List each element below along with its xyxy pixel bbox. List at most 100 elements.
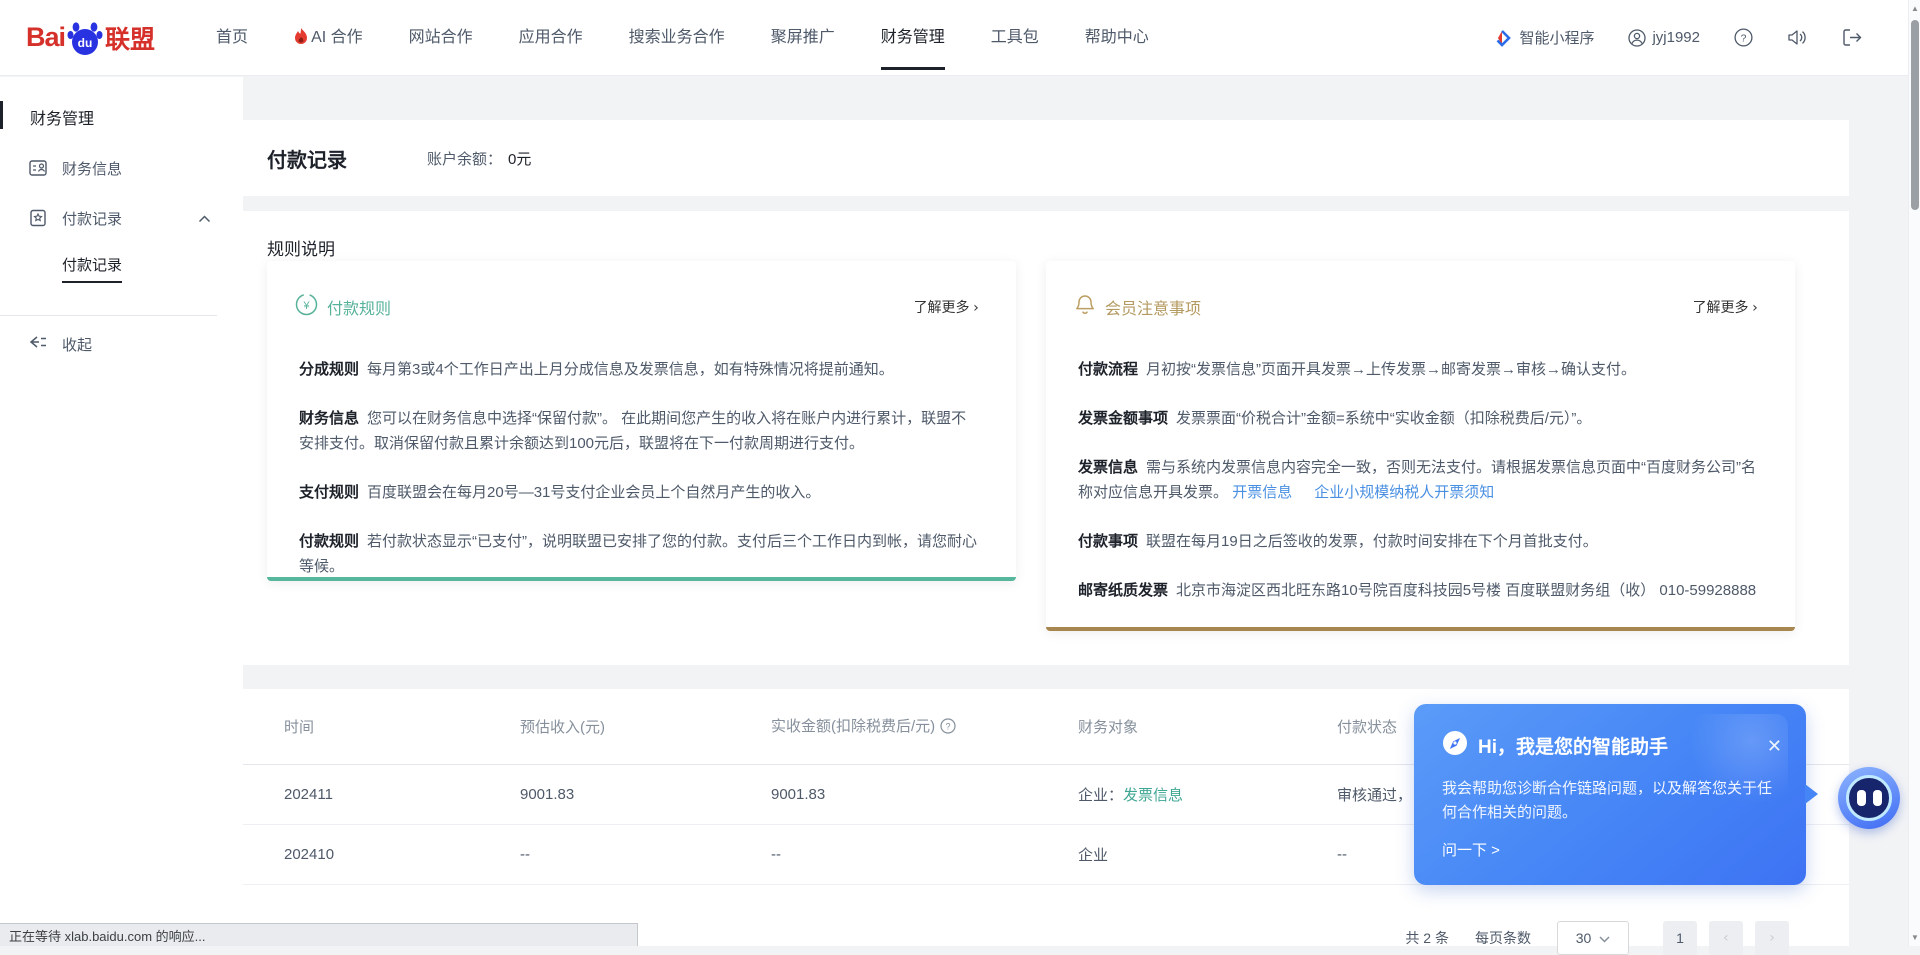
nav-app-coop[interactable]: 应用合作 xyxy=(519,0,583,76)
rule-paragraph: 财务信息您可以在财务信息中选择“保留付款”。 在此期间您产生的收入将在账户内进行… xyxy=(299,406,980,456)
nav-website-coop[interactable]: 网站合作 xyxy=(409,0,473,76)
logo-text-bai: Bai xyxy=(26,22,65,53)
per-page-select[interactable]: 30 xyxy=(1557,921,1629,955)
user-account[interactable]: jyj1992 xyxy=(1628,29,1700,47)
sidebar-subitem-payment-records[interactable]: 付款记录 xyxy=(0,243,243,293)
nav-right-cluster: 智能小程序 jyj1992 ? xyxy=(1458,27,1862,48)
cell-finance-object: 企业：发票信息 xyxy=(1078,784,1337,805)
col-actual-amount: 实收金额(扣除税费后/元)? xyxy=(771,715,1078,738)
help-icon[interactable]: ? xyxy=(1734,28,1753,47)
collapse-arrow-icon xyxy=(28,334,48,354)
rule-paragraph: 付款流程月初按“发票信息”页面开具发票→上传发票→邮寄发票→审核→确认支付。 xyxy=(1078,357,1759,382)
col-finance-object: 财务对象 xyxy=(1078,716,1337,737)
pagination: 共 2 条 每页条数 30 1 ‹ › xyxy=(1405,921,1789,955)
id-card-icon xyxy=(28,158,48,178)
nav-finance-management[interactable]: 财务管理 xyxy=(881,0,945,76)
member-notes-title: 会员注意事项 xyxy=(1105,295,1201,319)
assistant-title: Hi，我是您的智能助手 xyxy=(1478,732,1668,759)
per-page-label: 每页条数 xyxy=(1475,928,1531,948)
sidebar-collapse-button[interactable]: 收起 xyxy=(0,316,243,372)
rule-paragraph: 发票信息需与系统内发票信息内容完全一致，否则无法支付。请根据发票信息页面中“百度… xyxy=(1078,455,1759,505)
balance-value: 0元 xyxy=(508,151,531,168)
rule-paragraph: 邮寄纸质发票北京市海淀区西北旺东路10号院百度科技园5号楼 百度联盟财务组（收）… xyxy=(1078,578,1759,603)
total-count: 共 2 条 xyxy=(1405,928,1449,948)
assistant-message: 我会帮助您诊断合作链路问题，以及解答您关于任何合作相关的问题。 xyxy=(1414,761,1806,825)
ask-now-link[interactable]: 问一下 > xyxy=(1414,825,1806,860)
rule-paragraph: 支付规则百度联盟会在每月20号—31号支付企业会员上个自然月产生的收入。 xyxy=(299,480,980,505)
top-nav: Bai du 联盟 首页 AI 合作 网站合作 应用合作 搜索业务合作 聚屏推广… xyxy=(0,0,1920,76)
smart-assistant-popup: Hi，我是您的智能助手 ✕ 我会帮助您诊断合作链路问题，以及解答您关于任何合作相… xyxy=(1414,704,1806,885)
sidebar-section-finance: 财务管理 xyxy=(0,77,243,129)
bell-icon xyxy=(1074,293,1096,321)
scrollbar-thumb[interactable] xyxy=(1911,20,1919,210)
page-title: 付款记录 xyxy=(267,144,347,173)
smart-miniprogram-link[interactable]: 智能小程序 xyxy=(1492,27,1594,48)
main-menu: 首页 AI 合作 网站合作 应用合作 搜索业务合作 聚屏推广 财务管理 工具包 … xyxy=(193,0,1172,76)
svg-text:¥: ¥ xyxy=(302,300,310,312)
close-icon[interactable]: ✕ xyxy=(1767,737,1782,755)
col-estimated-income: 预估收入(元) xyxy=(520,716,771,737)
certificate-icon xyxy=(28,208,48,228)
account-balance: 账户余额：0元 xyxy=(427,148,531,169)
coin-icon: ¥ xyxy=(295,293,318,321)
small-taxpayer-notice-link[interactable]: 企业小规模纳税人开票须知 xyxy=(1314,484,1494,501)
payment-rules-card: ¥ 付款规则 了解更多› 分成规则每月第3或4个工作日产出上月分成信息及发票信息… xyxy=(267,261,1016,581)
robot-face-icon xyxy=(1846,775,1892,821)
sidebar-item-finance-info[interactable]: 财务信息 xyxy=(0,143,243,193)
browser-status-bar: 正在等待 xlab.baidu.com 的响应... xyxy=(0,923,638,946)
rule-paragraph: 付款事项联盟在每月19日之后签收的发票，付款时间安排在下个月首批支付。 xyxy=(1078,529,1759,554)
nav-help-center[interactable]: 帮助中心 xyxy=(1085,0,1149,76)
announcement-speaker-icon[interactable] xyxy=(1787,28,1808,47)
cell-actual: -- xyxy=(771,846,1078,863)
rules-heading: 规则说明 xyxy=(267,235,335,260)
page-number-button[interactable]: 1 xyxy=(1663,921,1697,955)
cell-finance-object: 企业 xyxy=(1078,844,1337,865)
next-page-button[interactable]: › xyxy=(1755,921,1789,955)
user-icon xyxy=(1628,29,1646,47)
baidu-paw-icon: du xyxy=(66,19,104,57)
compass-icon xyxy=(1442,730,1468,761)
svg-text:?: ? xyxy=(946,721,951,731)
member-notes-card: 会员注意事项 了解更多› 付款流程月初按“发票信息”页面开具发票→上传发票→邮寄… xyxy=(1046,261,1795,631)
cell-estimated: 9001.83 xyxy=(520,786,771,803)
page-scrollbar[interactable]: ▲ ▼ xyxy=(1908,0,1920,946)
rule-paragraph: 分成规则每月第3或4个工作日产出上月分成信息及发票信息，如有特殊情况将提前通知。 xyxy=(299,357,980,382)
svg-text:?: ? xyxy=(1741,32,1747,44)
sidebar-item-payment-records[interactable]: 付款记录 xyxy=(0,193,243,243)
rule-paragraph: 付款规则若付款状态显示“已支付”，说明联盟已安排了您的付款。支付后三个工作日内到… xyxy=(299,529,980,579)
miniprogram-diamond-icon xyxy=(1492,28,1512,48)
rules-section: 规则说明 ¥ 付款规则 了解更多› 分成规则每月第3或4个工作日产出上月分成信息… xyxy=(243,211,1849,665)
nav-ai-coop[interactable]: AI 合作 xyxy=(294,0,363,76)
nav-toolkit[interactable]: 工具包 xyxy=(991,0,1039,76)
logo-text-union: 联盟 xyxy=(105,20,155,56)
cell-actual: 9001.83 xyxy=(771,786,1078,803)
invoice-info-link[interactable]: 开票信息 xyxy=(1232,484,1292,501)
page-header: 付款记录 账户余额：0元 xyxy=(243,120,1849,196)
flame-icon xyxy=(294,3,308,79)
logout-icon[interactable] xyxy=(1842,28,1862,47)
svg-text:du: du xyxy=(78,36,93,50)
chevron-up-icon[interactable] xyxy=(198,210,211,227)
member-notes-more-link[interactable]: 了解更多› xyxy=(1693,297,1759,317)
invoice-info-table-link[interactable]: 发票信息 xyxy=(1123,787,1183,804)
scroll-down-arrow[interactable]: ▼ xyxy=(1909,933,1920,942)
status-text: 正在等待 xlab.baidu.com 的响应... xyxy=(9,926,206,945)
assistant-robot-button[interactable] xyxy=(1838,767,1900,829)
prev-page-button[interactable]: ‹ xyxy=(1709,921,1743,955)
sidebar: 财务管理 财务信息 付款记录 付款记录 收起 xyxy=(0,77,243,946)
nav-search-coop[interactable]: 搜索业务合作 xyxy=(629,0,725,76)
scroll-up-arrow[interactable]: ▲ xyxy=(1909,4,1920,13)
nav-home[interactable]: 首页 xyxy=(216,0,248,76)
cell-estimated: -- xyxy=(520,846,771,863)
payment-rules-title: 付款规则 xyxy=(327,295,391,319)
rule-paragraph: 发票金额事项发票票面“价税合计”金额=系统中“实收金额（扣除税费后/元）”。 xyxy=(1078,406,1759,431)
nav-juping-promo[interactable]: 聚屏推广 xyxy=(771,0,835,76)
cell-time: 202411 xyxy=(284,786,520,803)
baidu-union-logo[interactable]: Bai du 联盟 xyxy=(26,19,155,57)
question-circle-icon[interactable]: ? xyxy=(940,718,956,738)
chevron-right-icon: › xyxy=(1751,300,1759,316)
popup-tail xyxy=(1805,784,1818,804)
chevron-down-icon xyxy=(1599,930,1610,946)
payment-rules-more-link[interactable]: 了解更多› xyxy=(914,297,980,317)
col-time: 时间 xyxy=(284,716,520,737)
